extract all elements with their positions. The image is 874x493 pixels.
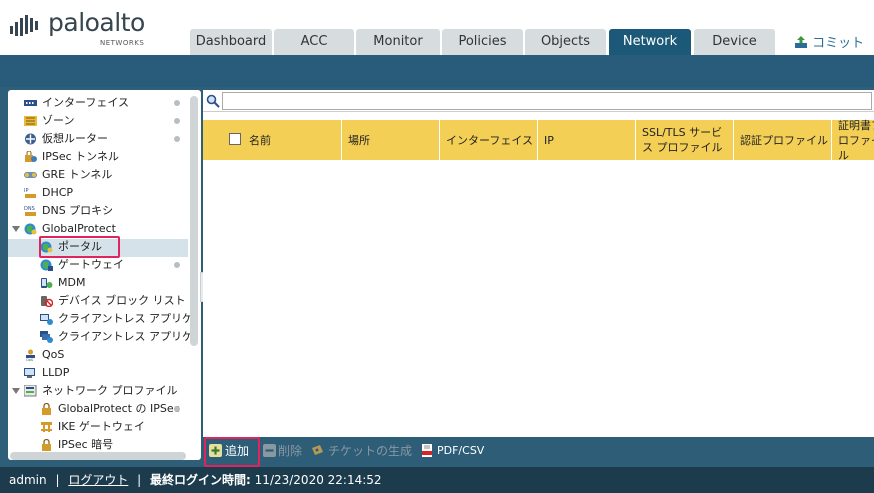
svg-text:QoS: QoS [26,358,34,361]
column-header-ssl-tls-profile[interactable]: SSL/TLS サービス プロファイル [635,120,733,160]
status-bar: admin | ログアウト | 最終ログイン時間: 11/23/2020 22:… [0,467,874,493]
qos-icon: QoS [26,349,35,361]
portal-highlight-box [39,236,120,258]
ipsec-tunnel-icon [25,151,37,162]
status-dot [174,406,180,412]
last-login-label: 最終ログイン時間: [150,473,251,487]
tree-vertical-scrollbar[interactable] [190,96,198,346]
tree-label: QoS [42,348,65,361]
zone-icon [24,116,37,126]
table-body [203,160,874,436]
portals-table-panel: 名前 場所 インターフェイス IP SSL/TLS サービス プロファイル 認証… [203,90,874,467]
ticket-label: チケットの生成 [328,444,413,458]
svg-text:DNS: DNS [24,206,35,212]
clientless-app-group-icon [40,331,53,343]
tab-objects[interactable]: Objects [525,29,606,55]
user-name: admin [9,473,47,487]
column-header-ip[interactable]: IP [537,120,635,160]
network-profiles-icon [24,385,37,397]
tree-label: 仮想ルーター [42,132,108,145]
logout-link[interactable]: ログアウト [68,473,128,487]
select-all-checkbox[interactable] [229,133,241,145]
column-header-auth-profile[interactable]: 認証プロファイル [733,120,831,160]
tree-label: LLDP [42,366,70,379]
separator: | [137,473,142,487]
expand-triangle-icon[interactable] [12,388,20,394]
tab-dashboard[interactable]: Dashboard [190,29,272,55]
tree-label: GRE トンネル [42,168,113,181]
column-header-interface[interactable]: インターフェイス [439,120,537,160]
tree-label: DHCP [42,186,74,199]
commit-icon [795,36,807,48]
separator: | [55,473,60,487]
virtual-router-icon [25,133,36,145]
interface-icon [24,100,37,106]
header-band [0,55,874,87]
search-icon [206,94,220,108]
tree-label: IPSec トンネル [42,150,119,163]
status-dot [174,136,180,142]
tree-label: ネットワーク プロファイル [42,384,178,397]
dns-proxy-icon: DNS [24,206,36,216]
mdm-icon [41,278,53,288]
delete-label: 削除 [278,444,303,458]
table-header: 名前 場所 インターフェイス IP SSL/TLS サービス プロファイル 認証… [203,119,874,162]
commit-button[interactable]: コミット [794,32,864,51]
tree-label: MDM [58,276,86,289]
status-dot [174,118,180,124]
dhcp-icon: IP [24,188,36,198]
tree-label: ゾーン [42,114,75,127]
gateway-icon [40,259,53,271]
status-dot [174,100,180,106]
tab-device[interactable]: Device [694,29,775,55]
action-toolbar: 追加 削除 チケットの生成 PDF/CSV [203,437,874,467]
tree-label: インターフェイス [42,96,130,109]
delete-icon [263,444,276,457]
tab-monitor[interactable]: Monitor [356,29,440,55]
device-block-list-icon [41,296,53,307]
filter-bar [203,90,874,112]
filter-input[interactable] [222,92,872,110]
tab-policies[interactable]: Policies [442,29,523,55]
tree-label: IKE ゲートウェイ [58,420,145,433]
brand-sub: NETWORKS [100,39,145,47]
tree-label: ゲートウェイ [58,258,124,271]
network-nav-tree: インターフェイス ゾーン 仮想ルーター IPSec トンネル GRE トンネル … [8,90,201,460]
ticket-icon [312,445,323,455]
column-header-cert-profile[interactable]: 証明書プロファイル [831,119,874,162]
tree-label: デバイス ブロック リスト [58,294,186,307]
pdf-label: PDF/CSV [437,444,485,457]
ike-gateway-icon [41,422,52,432]
paloalto-logo: paloalto NETWORKS [8,6,168,48]
tree-label: クライアントレス アプリケ [58,330,194,343]
tree-label: GlobalProtect の IPSec [58,402,180,415]
tree-horizontal-scrollbar[interactable] [10,452,186,460]
last-login-time: 11/23/2020 22:14:52 [254,473,382,487]
clientless-app-icon [40,314,53,325]
svg-text:IP: IP [24,188,29,194]
gre-tunnel-icon [24,172,37,178]
app-window: paloalto NETWORKS Dashboard ACC Monitor … [0,0,874,493]
tree-label: クライアントレス アプリケ [58,312,194,325]
commit-label: コミット [812,36,865,51]
pdf-icon [422,444,432,457]
lock-icon [42,439,51,451]
add-highlight-box [204,437,260,467]
brand-name: paloalto [48,8,145,37]
lock-icon [42,403,51,415]
top-header: paloalto NETWORKS Dashboard ACC Monitor … [0,0,874,55]
lldp-icon [24,368,35,378]
tree-label: DNS プロキシ [42,204,114,217]
expand-triangle-icon[interactable] [12,226,20,232]
tab-acc[interactable]: ACC [274,29,354,55]
globalprotect-icon [24,223,37,235]
status-dot [174,262,180,268]
column-header-name[interactable]: 名前 [243,120,341,160]
tab-network[interactable]: Network [609,29,691,55]
column-header-location[interactable]: 場所 [341,120,439,160]
logo-mark-icon [10,15,38,36]
